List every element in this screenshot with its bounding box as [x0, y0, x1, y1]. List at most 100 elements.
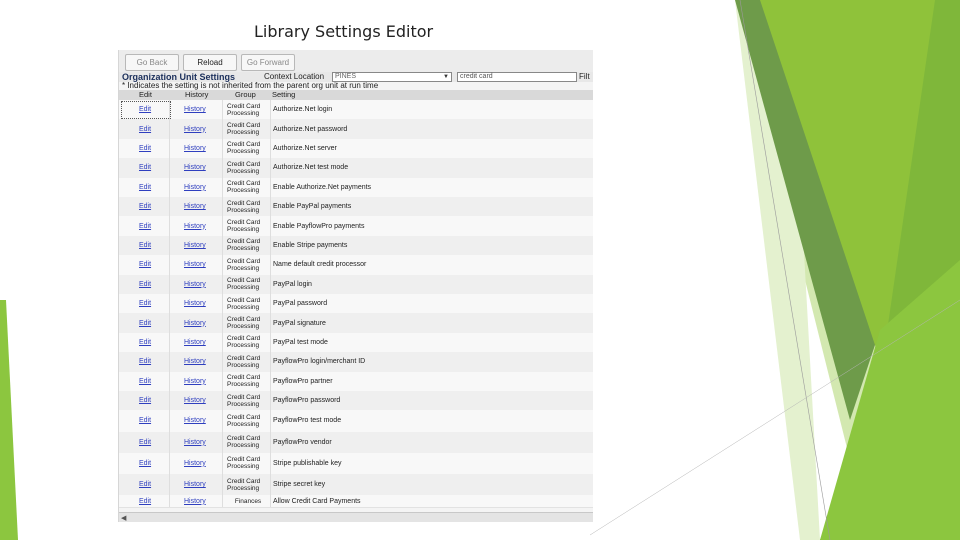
history-link[interactable]: History — [184, 106, 206, 113]
edit-link[interactable]: Edit — [139, 320, 151, 327]
column-divider — [169, 177, 170, 197]
history-link[interactable]: History — [184, 242, 206, 249]
group-label-cell: Credit Card Processing — [227, 474, 269, 495]
edit-link[interactable]: Edit — [139, 184, 151, 191]
history-link[interactable]: History — [184, 320, 206, 327]
history-link[interactable]: History — [184, 378, 206, 385]
column-divider — [169, 119, 170, 139]
edit-link[interactable]: Edit — [139, 397, 151, 404]
edit-link[interactable]: Edit — [139, 358, 151, 365]
column-header-setting[interactable]: Setting — [272, 90, 295, 100]
go-back-button[interactable]: Go Back — [125, 54, 179, 71]
group-label-cell: Credit Card Processing — [227, 333, 269, 352]
table-row[interactable]: Edit History Credit Card Processing Authori… — [119, 100, 593, 121]
table-row[interactable]: Edit History Credit Card Processing Enable … — [119, 197, 593, 218]
edit-link[interactable]: Edit — [139, 164, 151, 171]
group-label-cell: Credit Card Processing — [227, 410, 269, 431]
edit-link[interactable]: Edit — [139, 261, 151, 268]
edit-link[interactable]: Edit — [139, 203, 151, 210]
edit-link[interactable]: Edit — [139, 242, 151, 249]
column-divider — [169, 431, 170, 453]
column-header-edit[interactable]: Edit — [139, 90, 152, 100]
edit-link[interactable]: Edit — [139, 339, 151, 346]
history-link[interactable]: History — [184, 397, 206, 404]
history-link[interactable]: History — [184, 261, 206, 268]
edit-link-cell: Edit — [139, 139, 169, 158]
group-label: Credit Card Processing — [227, 238, 261, 253]
table-row[interactable]: Edit History Credit Card Processing PayPal … — [119, 313, 593, 334]
group-label-cell: Credit Card Processing — [227, 139, 269, 158]
table-row[interactable]: Edit History Finances Allow Credit Card Pay… — [119, 495, 593, 509]
history-link[interactable]: History — [184, 281, 206, 288]
edit-link[interactable]: Edit — [139, 281, 151, 288]
edit-link[interactable]: Edit — [139, 439, 151, 446]
setting-name-cell: Enable PayflowPro payments — [273, 216, 591, 235]
edit-link[interactable]: Edit — [139, 300, 151, 307]
group-label: Credit Card Processing — [227, 393, 261, 408]
edit-link[interactable]: Edit — [139, 460, 151, 467]
history-link[interactable]: History — [184, 417, 206, 424]
group-label: Credit Card Processing — [227, 456, 261, 471]
table-row[interactable]: Edit History Credit Card Processing Name de… — [119, 255, 593, 276]
group-label-cell: Credit Card Processing — [227, 236, 269, 255]
table-row[interactable]: Edit History Credit Card Processing Authori… — [119, 158, 593, 179]
group-label: Credit Card Processing — [227, 219, 261, 234]
history-link-cell: History — [184, 432, 224, 453]
go-forward-button[interactable]: Go Forward — [241, 54, 295, 71]
table-row[interactable]: Edit History Credit Card Processing Payflow… — [119, 371, 593, 392]
column-header-history[interactable]: History — [185, 90, 208, 100]
filter-input[interactable]: credit card — [457, 72, 577, 82]
setting-name-cell: Name default credit processor — [273, 255, 591, 274]
history-link[interactable]: History — [184, 498, 206, 505]
table-row[interactable]: Edit History Credit Card Processing PayPal … — [119, 274, 593, 295]
history-link[interactable]: History — [184, 339, 206, 346]
edit-link-cell: Edit — [139, 197, 169, 216]
edit-link[interactable]: Edit — [139, 145, 151, 152]
edit-link-cell: Edit — [139, 313, 169, 332]
filter-button[interactable]: Filt — [579, 72, 590, 81]
history-link[interactable]: History — [184, 300, 206, 307]
group-label-cell: Credit Card Processing — [227, 255, 269, 274]
table-row[interactable]: Edit History Credit Card Processing Enable … — [119, 235, 593, 257]
scroll-left-icon[interactable]: ◀ — [121, 514, 126, 522]
table-row[interactable]: Edit History Credit Card Processing Authori… — [119, 119, 593, 140]
reload-button[interactable]: Reload — [183, 54, 237, 71]
history-link[interactable]: History — [184, 439, 206, 446]
table-row[interactable]: Edit History Credit Card Processing Payflow… — [119, 352, 593, 373]
edit-link[interactable]: Edit — [139, 417, 151, 424]
history-link[interactable]: History — [184, 145, 206, 152]
table-row[interactable]: Edit History Credit Card Processing PayPal … — [119, 332, 593, 354]
table-row[interactable]: Edit History Credit Card Processing Stripe … — [119, 452, 593, 475]
history-link[interactable]: History — [184, 460, 206, 467]
column-divider — [270, 313, 271, 333]
history-link[interactable]: History — [184, 358, 206, 365]
edit-link[interactable]: Edit — [139, 223, 151, 230]
history-link[interactable]: History — [184, 481, 206, 488]
history-link[interactable]: History — [184, 164, 206, 171]
table-row[interactable]: Edit History Credit Card Processing PayPal … — [119, 294, 593, 315]
column-header-group[interactable]: Group — [235, 90, 256, 100]
edit-link[interactable]: Edit — [139, 498, 151, 505]
horizontal-scrollbar[interactable]: ◀ — [119, 512, 593, 522]
table-row[interactable]: Edit History Credit Card Processing Stripe … — [119, 474, 593, 497]
history-link[interactable]: History — [184, 184, 206, 191]
table-row[interactable]: Edit History Credit Card Processing Enable … — [119, 177, 593, 198]
edit-link-cell: Edit — [139, 495, 169, 507]
table-row[interactable]: Edit History Credit Card Processing Authori… — [119, 138, 593, 160]
history-link-cell: History — [184, 100, 224, 119]
history-link[interactable]: History — [184, 126, 206, 133]
setting-name: PayflowPro vendor — [273, 438, 332, 446]
table-row[interactable]: Edit History Credit Card Processing Payflow… — [119, 410, 593, 433]
table-row[interactable]: Edit History Credit Card Processing Enable … — [119, 216, 593, 237]
history-link[interactable]: History — [184, 223, 206, 230]
group-label-cell: Credit Card Processing — [227, 372, 269, 391]
edit-link[interactable]: Edit — [139, 126, 151, 133]
edit-link[interactable]: Edit — [139, 481, 151, 488]
history-link-cell: History — [184, 158, 224, 177]
table-row[interactable]: Edit History Credit Card Processing Payflow… — [119, 431, 593, 454]
edit-link-cell: Edit — [139, 216, 169, 235]
edit-link[interactable]: Edit — [139, 378, 151, 385]
history-link[interactable]: History — [184, 203, 206, 210]
column-divider — [169, 197, 170, 217]
table-row[interactable]: Edit History Credit Card Processing Payflow… — [119, 391, 593, 412]
